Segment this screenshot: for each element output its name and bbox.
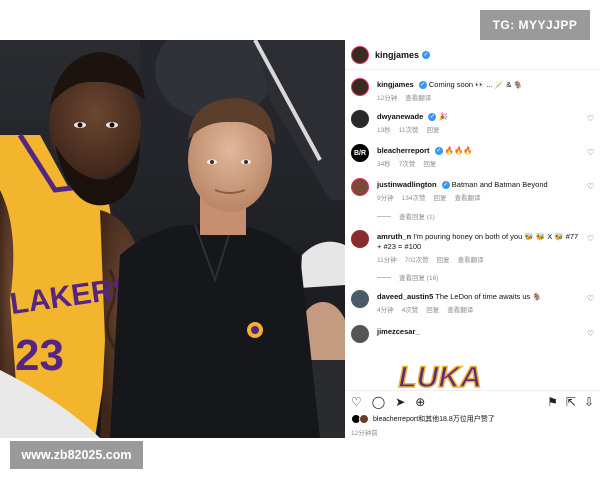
comment-username[interactable]: dwyanewade [377, 112, 423, 121]
comment-heart-icon[interactable]: ♡ [587, 329, 594, 338]
jersey-number: 23 [15, 331, 64, 380]
likes-text: bleacherreport和其他18.8万位用户赞了 [373, 416, 495, 423]
author-avatar[interactable] [351, 45, 369, 64]
expand-icon[interactable]: ⇱ [566, 395, 576, 409]
comment-heart-icon[interactable]: ♡ [587, 182, 594, 191]
likes-summary[interactable]: bleacherreport和其他18.8万位用户赞了 [351, 414, 495, 424]
reply-link[interactable]: 回复 [423, 161, 436, 168]
screenshot: TG: MYYJJPP LAKERS 23 kingjames ✓ kingja… [0, 0, 600, 480]
reply-link[interactable]: 回复 [426, 307, 439, 314]
commenter-avatar[interactable] [351, 78, 369, 96]
translate-link[interactable]: 查看翻译 [454, 195, 480, 202]
comment-heart-icon[interactable]: ♡ [587, 114, 594, 123]
save-icon[interactable]: ⊕ [415, 395, 425, 409]
comment-username[interactable]: amruth_n [377, 232, 411, 241]
comment-username[interactable]: bleacherreport [377, 146, 430, 155]
watermark-top: TG: MYYJJPP [480, 10, 590, 40]
view-replies-link[interactable]: 查看回复 (16) [377, 272, 438, 282]
translate-link[interactable]: 查看翻译 [405, 95, 431, 102]
watermark-bottom: www.zb82025.com [10, 441, 143, 469]
comment-time: 12分钟 [377, 95, 398, 102]
verified-icon: ✓ [441, 181, 450, 190]
verified-icon: ✓ [418, 81, 427, 90]
comment-heart-icon[interactable]: ♡ [587, 148, 594, 157]
comment-text: Batman and Batman Beyond [451, 180, 548, 189]
comment-likes: 134次赞 [401, 195, 426, 202]
commenter-avatar[interactable] [351, 110, 369, 128]
download-icon[interactable]: ⇩ [584, 395, 594, 409]
heart-icon[interactable]: ♡ [351, 395, 362, 409]
reply-link[interactable]: 回复 [426, 127, 439, 134]
comment-likes: 702次赞 [404, 257, 429, 264]
comment-time: 13秒 [377, 127, 391, 134]
comment-likes: 4次赞 [401, 307, 419, 314]
comment-text: Coming soon 👀 ... 🪄 & 🐐 [428, 80, 523, 89]
commenter-avatar[interactable] [351, 325, 369, 343]
verified-icon: ✓ [422, 50, 431, 59]
comment-time: 34秒 [377, 161, 391, 168]
action-bar: ♡ ◯ ➤ ⊕ ⚑ ⇱ ⇩ [345, 390, 600, 412]
commenter-avatar[interactable]: B/R [351, 144, 369, 162]
post-time: 12分钟前 [351, 430, 378, 437]
liker-avatar [359, 414, 369, 424]
comment-username[interactable]: daveed_austin5 [377, 292, 433, 301]
comment-text: The LeDon of time awaits us 🐐 [435, 292, 542, 301]
comment-time: 9分钟 [377, 195, 394, 202]
comment-username[interactable]: justinwadlington [377, 180, 437, 189]
comment-icon[interactable]: ◯ [372, 395, 385, 409]
comment-username[interactable]: kingjames [377, 80, 414, 89]
commenter-avatar[interactable] [351, 178, 369, 196]
instagram-panel: kingjames ✓ kingjames ✓ Coming soon 👀 ..… [345, 40, 600, 438]
translate-link[interactable]: 查看翻译 [458, 257, 484, 264]
comment-text: 🎉 [438, 112, 448, 121]
verified-icon: ✓ [428, 113, 437, 122]
reply-link[interactable]: 回复 [433, 195, 446, 202]
comment-time: 4分钟 [377, 307, 394, 314]
comment-time: 11分钟 [377, 257, 397, 264]
translate-link[interactable]: 查看翻译 [447, 307, 473, 314]
view-replies-link[interactable]: 查看回复 (1) [377, 211, 435, 221]
post-header: kingjames ✓ [345, 40, 600, 70]
luka-sticker: LUKA [385, 360, 495, 392]
author-username[interactable]: kingjames [375, 50, 419, 60]
post-photo: LAKERS 23 [0, 40, 345, 438]
reply-link[interactable]: 回复 [437, 257, 450, 264]
comment-likes: 7次赞 [398, 161, 416, 168]
comment-heart-icon[interactable]: ♡ [587, 294, 594, 303]
luka-text: LUKA [398, 361, 481, 392]
comment-heart-icon[interactable]: ♡ [587, 234, 594, 243]
verified-icon: ✓ [434, 147, 443, 156]
bookmark-icon[interactable]: ⚑ [547, 395, 558, 409]
commenter-avatar[interactable] [351, 290, 369, 308]
comment-text: 🔥🔥🔥 [444, 146, 473, 155]
comment-likes: 11次赞 [398, 127, 419, 134]
commenter-avatar[interactable] [351, 230, 369, 248]
share-icon[interactable]: ➤ [395, 395, 405, 409]
comment-username[interactable]: jimezcesar_ [377, 327, 420, 336]
